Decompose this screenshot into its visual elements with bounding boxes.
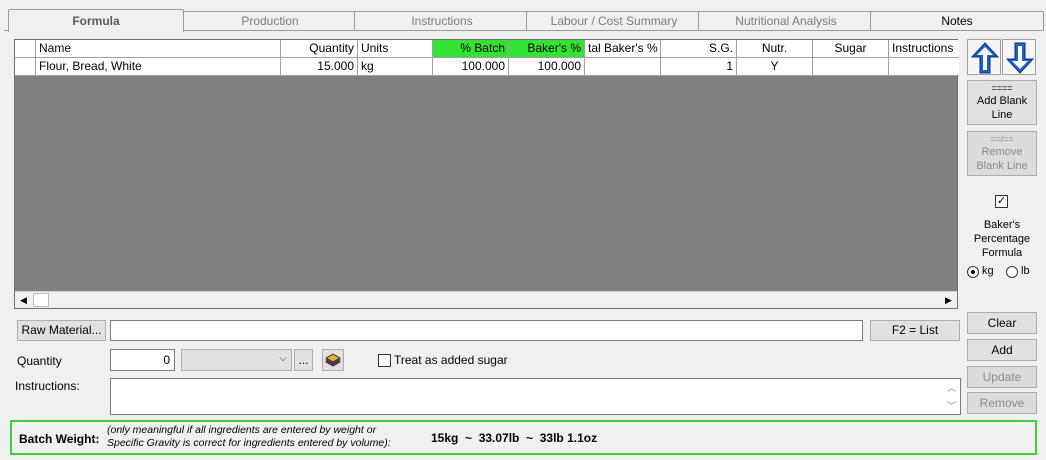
cell-sg[interactable]: 1 (661, 58, 737, 76)
bakers-label-line-3: Formula (981, 247, 1023, 259)
stack-button[interactable] (322, 349, 344, 371)
chevron-down-icon: ⌵ (279, 353, 287, 364)
col-total-bakers-pct[interactable]: tal Baker's % (585, 40, 661, 58)
batch-weight-bar: Batch Weight: (only meaningful if all in… (10, 420, 1037, 455)
batch-note-line-2: Specific Gravity is correct for ingredie… (107, 437, 391, 449)
arrow-up-icon (970, 42, 1000, 74)
f2-list-button[interactable]: F2 = List (870, 320, 960, 341)
unit-kg-radio[interactable] (967, 266, 979, 278)
cell-total-bakers-pct[interactable] (585, 58, 661, 76)
unit-kg-label: kg (982, 265, 994, 277)
unit-lb-radio[interactable] (1006, 266, 1018, 278)
grid-header: Name Quantity Units % Batch Baker's % ta… (15, 40, 959, 58)
tab-strip: Formula Production Instructions Labour /… (4, 9, 1044, 32)
add-blank-label: Add Blank (976, 95, 1028, 107)
batch-weight-label: Batch Weight: (19, 432, 100, 446)
remove-blank-label-2: Blank Line (976, 160, 1028, 172)
add-blank-label-2: Line (991, 109, 1013, 121)
add-button[interactable]: Add (967, 339, 1037, 361)
bakers-percentage-checkbox[interactable]: ✓ (995, 195, 1008, 208)
col-sg[interactable]: S.G. (661, 40, 737, 58)
clear-button[interactable]: Clear (967, 312, 1037, 334)
col-nutr[interactable]: Nutr. (737, 40, 813, 58)
batch-weight-value: 15kg ~ 33.07lb ~ 33lb 1.1oz (431, 431, 598, 445)
scroll-down-icon[interactable]: ﹀ (947, 399, 956, 412)
bakers-label-line-2: Percentage (973, 233, 1031, 245)
move-up-button[interactable] (967, 39, 1001, 75)
row-selector[interactable] (15, 58, 36, 76)
instructions-label: Instructions: (15, 379, 80, 393)
tab-nutritional-analysis[interactable]: Nutritional Analysis (698, 11, 874, 31)
ingredient-grid[interactable]: Name Quantity Units % Batch Baker's % ta… (14, 39, 959, 309)
bakers-label-line-1: Baker's (983, 219, 1021, 231)
batch-weight-note: (only meaningful if all ingredients are … (107, 424, 391, 450)
bakers-percentage-label: Baker's Percentage Formula (962, 218, 1042, 260)
col-bakers-pct[interactable]: Baker's % (509, 40, 585, 58)
raw-material-button[interactable]: Raw Material... (17, 320, 106, 341)
add-blank-symbol: ==== (991, 83, 1013, 93)
cell-units[interactable]: kg (358, 58, 433, 76)
cell-name[interactable]: Flour, Bread, White (36, 58, 281, 76)
quantity-label: Quantity (17, 354, 62, 368)
added-sugar-checkbox[interactable] (378, 354, 391, 367)
col-pct-batch[interactable]: % Batch (433, 40, 509, 58)
col-sugar[interactable]: Sugar (813, 40, 889, 58)
scroll-up-icon[interactable]: ︿ (947, 381, 956, 394)
col-instructions[interactable]: Instructions (889, 40, 959, 58)
col-name[interactable]: Name (36, 40, 281, 58)
remove-button[interactable]: Remove (967, 392, 1037, 414)
ellipsis-button[interactable]: ... (294, 349, 313, 371)
added-sugar-label: Treat as added sugar (394, 353, 508, 367)
tab-labour-cost-summary[interactable]: Labour / Cost Summary (526, 11, 702, 31)
cell-instructions[interactable] (889, 58, 959, 76)
scroll-right-icon[interactable]: ▶ (940, 292, 957, 308)
col-units[interactable]: Units (358, 40, 433, 58)
col-quantity[interactable]: Quantity (281, 40, 358, 58)
cell-sugar[interactable] (813, 58, 889, 76)
remove-blank-label: Remove (981, 146, 1023, 158)
remove-blank-symbol: ==/== (990, 134, 1014, 144)
tab-instructions[interactable]: Instructions (354, 11, 530, 31)
raw-material-input[interactable] (110, 320, 863, 341)
arrow-down-icon (1005, 42, 1035, 74)
unit-select[interactable]: ⌵ (181, 349, 292, 371)
remove-blank-line-button[interactable]: ==/== Remove Blank Line (967, 131, 1037, 176)
tab-production[interactable]: Production (182, 11, 358, 31)
move-down-button[interactable] (1002, 39, 1036, 75)
update-button[interactable]: Update (967, 366, 1037, 388)
batch-note-line-1: (only meaningful if all ingredients are … (107, 424, 377, 436)
add-blank-line-button[interactable]: ==== Add Blank Line (967, 80, 1037, 125)
scroll-left-icon[interactable]: ◀ (15, 292, 32, 308)
layers-icon (325, 353, 341, 367)
cell-bakers-pct[interactable]: 100.000 (509, 58, 585, 76)
cell-pct-batch[interactable]: 100.000 (433, 58, 509, 76)
row-selector-header (15, 40, 36, 58)
cell-nutr[interactable]: Y (737, 58, 813, 76)
scroll-thumb[interactable] (33, 293, 49, 307)
cell-quantity[interactable]: 15.000 (281, 58, 358, 76)
quantity-input[interactable]: 0 (110, 349, 175, 371)
horizontal-scrollbar[interactable]: ◀ ▶ (15, 291, 957, 308)
tab-notes[interactable]: Notes (870, 11, 1044, 31)
table-row[interactable]: Flour, Bread, White 15.000 kg 100.000 10… (15, 58, 959, 76)
instructions-textarea[interactable]: ︿ ﹀ (110, 378, 961, 415)
tab-formula[interactable]: Formula (8, 9, 184, 32)
unit-lb-label: lb (1021, 265, 1030, 277)
